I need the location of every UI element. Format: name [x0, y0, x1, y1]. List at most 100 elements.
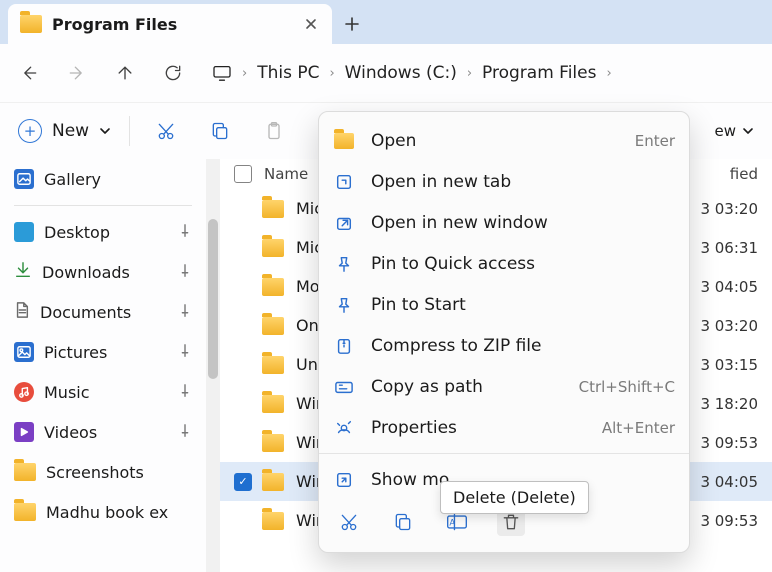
folder-icon — [14, 503, 36, 521]
folder-icon — [262, 473, 284, 491]
tooltip-text: Delete (Delete) — [453, 488, 576, 507]
menu-item[interactable]: Open in new window — [319, 202, 689, 243]
menu-item-shortcut: Enter — [635, 132, 675, 150]
tab-title: Program Files — [52, 15, 292, 34]
breadcrumb-this-pc[interactable]: This PC — [257, 63, 319, 83]
folder-icon — [262, 356, 284, 374]
menu-item-shortcut: Alt+Enter — [602, 419, 675, 437]
music-icon — [14, 382, 34, 402]
sidebar-item-downloads[interactable]: Downloads — [0, 252, 206, 292]
menu-item[interactable]: Open Enter — [319, 120, 689, 161]
sidebar-item-label: Gallery — [44, 170, 101, 189]
close-tab-button[interactable] — [302, 15, 320, 33]
sidebar-divider — [14, 205, 192, 206]
select-all-checkbox[interactable] — [234, 165, 252, 183]
gallery-icon — [14, 169, 34, 189]
file-date: 3 09:53 — [700, 434, 758, 452]
breadcrumb[interactable]: › This PC › Windows (C:) › Program Files… — [212, 63, 612, 83]
tooltip: Delete (Delete) — [440, 481, 589, 514]
folder-icon — [14, 463, 36, 481]
cut-button[interactable] — [148, 113, 184, 149]
desktop-icon — [14, 222, 34, 242]
sidebar-item-pictures[interactable]: Pictures — [0, 332, 206, 372]
nav-bar: › This PC › Windows (C:) › Program Files… — [0, 44, 772, 103]
download-icon — [14, 261, 32, 283]
sidebar-item-music[interactable]: Music — [0, 372, 206, 412]
document-icon — [14, 301, 30, 323]
plus-circle-icon: + — [18, 119, 42, 143]
menu-item-label: Show mo — [371, 470, 449, 490]
sidebar-item-documents[interactable]: Documents — [0, 292, 206, 332]
sidebar-scrollbar[interactable] — [206, 159, 220, 572]
menu-item[interactable]: Properties Alt+Enter — [319, 407, 689, 448]
folder-icon — [262, 278, 284, 296]
file-date: 3 04:05 — [700, 278, 758, 296]
folder-icon — [20, 15, 42, 33]
new-button[interactable]: + New — [18, 119, 111, 143]
folder-icon — [262, 317, 284, 335]
row-checkbox[interactable]: ✓ — [234, 473, 250, 491]
menu-item[interactable]: Open in new tab — [319, 161, 689, 202]
copy-button[interactable] — [202, 113, 238, 149]
sidebar-item-label: Madhu book ex — [46, 503, 168, 522]
menu-item-label: Properties — [371, 418, 457, 438]
tab-strip: Program Files — [0, 0, 772, 44]
menu-divider — [319, 453, 689, 454]
column-name[interactable]: Name — [264, 165, 308, 183]
sidebar-item-madhu[interactable]: Madhu book ex — [0, 492, 206, 532]
sidebar-item-label: Downloads — [42, 263, 130, 282]
tab-program-files[interactable]: Program Files — [8, 4, 332, 44]
folder-icon — [262, 434, 284, 452]
folder-icon — [262, 395, 284, 413]
cut-icon[interactable] — [335, 508, 363, 536]
folder-icon — [262, 239, 284, 257]
menu-item-label: Open — [371, 131, 416, 151]
new-tab-icon — [333, 171, 355, 193]
file-date: 3 09:53 — [700, 512, 758, 530]
forward-button[interactable] — [56, 52, 98, 94]
sidebar-item-gallery[interactable]: Gallery — [0, 159, 206, 199]
file-date: 3 03:20 — [700, 200, 758, 218]
menu-item-shortcut: Ctrl+Shift+C — [579, 378, 675, 396]
sidebar-item-label: Videos — [44, 423, 97, 442]
view-label-fragment: ew — [715, 122, 737, 140]
breadcrumb-drive[interactable]: Windows (C:) — [345, 63, 457, 83]
pin-icon — [178, 383, 192, 402]
view-button[interactable]: ew — [715, 122, 755, 140]
menu-item[interactable]: Compress to ZIP file — [319, 325, 689, 366]
menu-item[interactable]: Pin to Start — [319, 284, 689, 325]
svg-text:A: A — [449, 517, 455, 527]
file-date: 3 03:15 — [700, 356, 758, 374]
back-button[interactable] — [8, 52, 50, 94]
new-tab-button[interactable] — [332, 4, 372, 44]
pictures-icon — [14, 342, 34, 362]
breadcrumb-folder[interactable]: Program Files — [482, 63, 596, 83]
monitor-icon — [212, 65, 232, 81]
sidebar-item-videos[interactable]: Videos — [0, 412, 206, 452]
new-window-icon — [333, 212, 355, 234]
column-modified-fragment[interactable]: fied — [730, 165, 758, 183]
menu-item[interactable]: Copy as pathCtrl+Shift+C — [319, 366, 689, 407]
separator — [129, 116, 130, 146]
sidebar-item-label: Documents — [40, 303, 131, 322]
zip-icon — [333, 335, 355, 357]
new-button-label: New — [52, 121, 89, 141]
up-button[interactable] — [104, 52, 146, 94]
menu-item-label: Open in new tab — [371, 172, 511, 192]
sidebar-item-label: Screenshots — [46, 463, 144, 482]
file-date: 3 03:20 — [700, 317, 758, 335]
videos-icon — [14, 422, 34, 442]
sidebar-item-desktop[interactable]: Desktop — [0, 212, 206, 252]
menu-item-label: Pin to Start — [371, 295, 466, 315]
properties-icon — [333, 417, 355, 439]
paste-button[interactable] — [256, 113, 292, 149]
pin-icon — [178, 423, 192, 442]
copy-icon[interactable] — [389, 508, 417, 536]
sidebar-item-screenshots[interactable]: Screenshots — [0, 452, 206, 492]
menu-item-label: Compress to ZIP file — [371, 336, 542, 356]
pin-icon — [178, 263, 192, 282]
pin-icon — [178, 223, 192, 242]
refresh-button[interactable] — [152, 52, 194, 94]
menu-item[interactable]: Pin to Quick access — [319, 243, 689, 284]
folder-icon — [262, 512, 284, 530]
